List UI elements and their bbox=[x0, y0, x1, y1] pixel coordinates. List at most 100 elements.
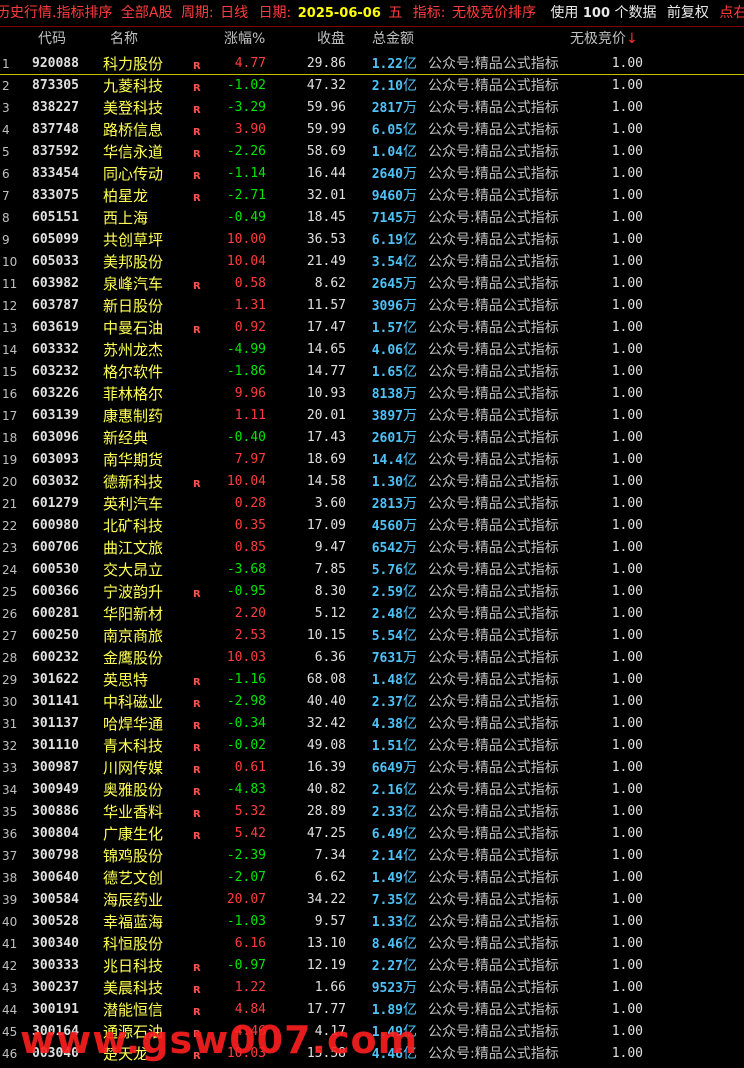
total-amount-value: 4560 bbox=[371, 519, 403, 534]
table-row[interactable]: 7 833075 柏星龙 R -2.71 32.01 9460万 公众号:精品公式指标 1.00 bbox=[0, 185, 744, 207]
title-market-scope[interactable]: 全部A股 bbox=[121, 0, 173, 26]
table-row[interactable]: 8 605151 西上海 -0.49 18.45 7145万 公众号:精品公式指标 1.00 bbox=[0, 207, 744, 229]
table-row[interactable]: 12 603787 新日股份 1.31 11.57 3096万 公众号:精品公式指标 1.00 bbox=[0, 295, 744, 317]
indicator-value: 1.00 bbox=[611, 694, 643, 709]
indicator-value: 1.00 bbox=[611, 562, 643, 577]
table-row[interactable]: 40 300528 幸福蓝海 -1.03 9.57 1.33亿 公众号:精品公式指标 1.00 bbox=[0, 911, 744, 933]
table-row[interactable]: 32 301110 青木科技 R -0.02 49.08 1.51亿 公众号:精品公式指标 1.… bbox=[0, 735, 744, 757]
table-row[interactable]: 44 300191 潜能恒信 R 4.84 17.77 1.89亿 公众号:精品公式指标 1.0… bbox=[0, 999, 744, 1021]
table-row[interactable]: 20 603032 德新科技 R 10.04 14.58 1.30亿 公众号:精品公式指标 1.… bbox=[0, 471, 744, 493]
table-row[interactable]: 31 301137 哈焊华通 R -0.34 32.42 4.38亿 公众号:精品公式指标 1.… bbox=[0, 713, 744, 735]
title-history-sort[interactable]: 历史行情.指标排序 bbox=[0, 0, 112, 26]
indicator-value: 1.00 bbox=[611, 826, 643, 841]
total-amount-value: 8138 bbox=[371, 387, 403, 402]
row-index: 32 bbox=[2, 739, 18, 753]
table-row[interactable]: 43 300237 美晨科技 R 1.22 1.66 9523万 公众号:精品公式指标 1.00 bbox=[0, 977, 744, 999]
title-indicator-value[interactable]: 无极竞价排序 bbox=[452, 0, 536, 26]
indicator-value: 1.00 bbox=[611, 936, 643, 951]
col-header-close[interactable]: 收盘 bbox=[317, 27, 345, 51]
change-percent: -1.02 bbox=[226, 78, 266, 93]
table-row[interactable]: 45 300164 通源石油 R 4.46 4.17 1.49亿 公众号:精品公式指标 1.00 bbox=[0, 1021, 744, 1043]
table-row[interactable]: 39 300584 海辰药业 20.07 34.22 7.35亿 公众号:精品公式指标 1.0… bbox=[0, 889, 744, 911]
change-percent: -2.39 bbox=[226, 848, 266, 863]
table-row[interactable]: 13 603619 中曼石油 R 0.92 17.47 1.57亿 公众号:精品公式指标 1.0… bbox=[0, 317, 744, 339]
total-amount: 4.46亿 bbox=[372, 1043, 417, 1066]
stock-name: 苏州龙杰 bbox=[103, 341, 164, 359]
table-row[interactable]: 29 301622 英思特 R -1.16 68.08 1.48亿 公众号:精品公式指标 1.0… bbox=[0, 669, 744, 691]
stock-code: 603032 bbox=[32, 474, 79, 489]
table-row[interactable]: 6 833454 同心传动 R -1.14 16.44 2640万 公众号:精品公式指标 1.0… bbox=[0, 163, 744, 185]
row-index: 1 bbox=[2, 57, 10, 71]
table-row[interactable]: 4 837748 路桥信息 R 3.90 59.99 6.05亿 公众号:精品公式指标 1.00 bbox=[0, 119, 744, 141]
stock-name: 潜能恒信 bbox=[103, 1001, 164, 1019]
table-row[interactable]: 22 600980 北矿科技 0.35 17.09 4560万 公众号:精品公式指标 1.00 bbox=[0, 515, 744, 537]
title-weekday: 五 bbox=[388, 5, 403, 21]
table-row[interactable]: 26 600281 华阳新材 2.20 5.12 2.48亿 公众号:精品公式指标 1.00 bbox=[0, 603, 744, 625]
table-row[interactable]: 17 603139 康惠制药 1.11 20.01 3897万 公众号:精品公式指标 1.00 bbox=[0, 405, 744, 427]
indicator-note: 公众号:精品公式指标 bbox=[428, 254, 559, 270]
col-header-indicator[interactable]: 无极竞价↓ bbox=[570, 27, 638, 51]
total-amount-value: 2.33 bbox=[371, 805, 403, 820]
table-row[interactable]: 10 605033 美邦股份 10.04 21.49 3.54亿 公众号:精品公式指标 1.0… bbox=[0, 251, 744, 273]
col-header-code[interactable]: 代码 bbox=[38, 27, 66, 51]
table-row[interactable]: 11 603982 泉峰汽车 R 0.58 8.62 2645万 公众号:精品公式指标 1.00 bbox=[0, 273, 744, 295]
table-row[interactable]: 42 300333 兆日科技 R -0.97 12.19 2.27亿 公众号:精品公式指标 1.… bbox=[0, 955, 744, 977]
table-row[interactable]: 15 603232 格尔软件 -1.86 14.77 1.65亿 公众号:精品公式指标 1.0… bbox=[0, 361, 744, 383]
table-row[interactable]: 37 300798 锦鸡股份 -2.39 7.34 2.14亿 公众号:精品公式指标 1.00 bbox=[0, 845, 744, 867]
table-row[interactable]: 2 873305 九菱科技 R -1.02 47.32 2.10亿 公众号:精品公式指标 1.0… bbox=[0, 75, 744, 97]
stock-code: 837748 bbox=[32, 122, 79, 137]
total-amount-unit: 亿 bbox=[403, 320, 417, 336]
table-row[interactable]: 23 600706 曲江文旅 0.85 9.47 6542万 公众号:精品公式指标 1.00 bbox=[0, 537, 744, 559]
table-row[interactable]: 34 300949 奥雅股份 R -4.83 40.82 2.16亿 公众号:精品公式指标 1.… bbox=[0, 779, 744, 801]
col-header-change[interactable]: 涨幅% bbox=[224, 27, 265, 51]
table-row[interactable]: 3 838227 美登科技 R -3.29 59.96 2817万 公众号:精品公式指标 1.0… bbox=[0, 97, 744, 119]
col-header-name[interactable]: 名称 bbox=[110, 27, 138, 51]
total-amount: 2.48亿 bbox=[372, 603, 417, 626]
close-price: 12.19 bbox=[306, 958, 346, 973]
title-period-label: 周期: bbox=[180, 5, 214, 21]
table-row[interactable]: 36 300804 广康生化 R 5.42 47.25 6.49亿 公众号:精品公式指标 1.0… bbox=[0, 823, 744, 845]
total-amount-unit: 亿 bbox=[403, 936, 417, 952]
row-index: 41 bbox=[2, 937, 18, 951]
table-row[interactable]: 18 603096 新经典 -0.40 17.43 2601万 公众号:精品公式指标 1.00 bbox=[0, 427, 744, 449]
table-row[interactable]: 28 600232 金鹰股份 10.03 6.36 7631万 公众号:精品公式指标 1.00 bbox=[0, 647, 744, 669]
table-row[interactable]: 35 300886 华业香料 R 5.32 28.89 2.33亿 公众号:精品公式指标 1.0… bbox=[0, 801, 744, 823]
table-row[interactable]: 38 300640 德艺文创 -2.07 6.62 1.49亿 公众号:精品公式指标 1.00 bbox=[0, 867, 744, 889]
total-amount: 6.49亿 bbox=[372, 823, 417, 846]
stock-name: 楚天龙 bbox=[103, 1045, 149, 1063]
row-index: 14 bbox=[2, 343, 18, 357]
table-row[interactable]: 1 920088 科力股份 R 4.77 29.86 1.22亿 公众号:精品公式指标 1.00 bbox=[0, 53, 744, 75]
table-row[interactable]: 5 837592 华信永道 R -2.26 58.69 1.04亿 公众号:精品公式指标 1.0… bbox=[0, 141, 744, 163]
title-adjust[interactable]: 前复权 bbox=[667, 0, 709, 26]
table-row[interactable]: 9 605099 共创草坪 10.00 36.53 6.19亿 公众号:精品公式指标 1.00 bbox=[0, 229, 744, 251]
title-period-value[interactable]: 日线 bbox=[220, 0, 248, 26]
table-row[interactable]: 21 601279 英利汽车 0.28 3.60 2813万 公众号:精品公式指标 1.00 bbox=[0, 493, 744, 515]
table-row[interactable]: 24 600530 交大昂立 -3.68 7.85 5.76亿 公众号:精品公式指标 1.00 bbox=[0, 559, 744, 581]
table-row[interactable]: 14 603332 苏州龙杰 -4.99 14.65 4.06亿 公众号:精品公式指标 1.0… bbox=[0, 339, 744, 361]
table-row[interactable]: 30 301141 中科磁业 R -2.98 40.40 2.37亿 公众号:精品公式指标 1.… bbox=[0, 691, 744, 713]
title-date-value[interactable]: 2025-06-06 bbox=[298, 1, 381, 26]
stock-name: 华阳新材 bbox=[103, 605, 164, 623]
total-amount-unit: 万 bbox=[403, 980, 417, 996]
table-row[interactable]: 27 600250 南京商旅 2.53 10.15 5.54亿 公众号:精品公式指标 1.00 bbox=[0, 625, 744, 647]
stock-name: 科恒股份 bbox=[103, 935, 164, 953]
stock-name: 海辰药业 bbox=[103, 891, 164, 909]
total-amount: 6.19亿 bbox=[372, 229, 417, 252]
stock-code: 301110 bbox=[32, 738, 79, 753]
stock-name: 新经典 bbox=[103, 429, 149, 447]
table-row[interactable]: 25 600366 宁波韵升 R -0.95 8.30 2.59亿 公众号:精品公式指标 1.0… bbox=[0, 581, 744, 603]
indicator-note: 公众号:精品公式指标 bbox=[428, 342, 559, 358]
stock-name: 柏星龙 bbox=[103, 187, 149, 205]
total-amount-value: 4.46 bbox=[371, 1047, 403, 1062]
table-row[interactable]: 16 603226 菲林格尔 9.96 10.93 8138万 公众号:精品公式指标 1.00 bbox=[0, 383, 744, 405]
total-amount-unit: 亿 bbox=[403, 738, 417, 754]
table-row[interactable]: 46 003040 楚天龙 R 10.03 15.58 4.46亿 公众号:精品公式指标 1.0… bbox=[0, 1043, 744, 1065]
col-header-amount[interactable]: 总金额 bbox=[372, 27, 414, 51]
indicator-value: 1.00 bbox=[611, 232, 643, 247]
table-row[interactable]: 33 300987 川网传媒 R 0.61 16.39 6649万 公众号:精品公式指标 1.0… bbox=[0, 757, 744, 779]
table-row[interactable]: 19 603093 南华期货 7.97 18.69 14.4亿 公众号:精品公式指标 1.00 bbox=[0, 449, 744, 471]
stock-name: 奥雅股份 bbox=[103, 781, 164, 799]
total-amount-value: 14.4 bbox=[371, 453, 403, 468]
total-amount-value: 2.59 bbox=[371, 585, 403, 600]
table-row[interactable]: 41 300340 科恒股份 6.16 13.10 8.46亿 公众号:精品公式指标 1.00 bbox=[0, 933, 744, 955]
